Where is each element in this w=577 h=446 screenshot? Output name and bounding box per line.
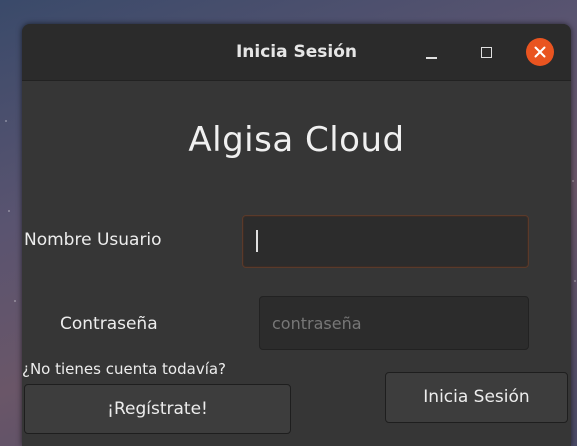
close-icon xyxy=(534,46,546,58)
minimize-icon xyxy=(426,57,437,59)
app-title: Algisa Cloud xyxy=(188,120,405,160)
login-button[interactable]: Inicia Sesión xyxy=(385,372,568,423)
password-label: Contraseña xyxy=(60,314,158,334)
close-button[interactable] xyxy=(526,38,554,66)
maximize-icon xyxy=(481,47,492,58)
maximize-button[interactable] xyxy=(472,38,500,66)
login-window: Inicia Sesión Algisa Cloud Nombre Usuari… xyxy=(22,24,571,446)
register-button[interactable]: ¡Regístrate! xyxy=(24,384,291,434)
password-input[interactable] xyxy=(259,296,529,350)
minimize-button[interactable] xyxy=(418,38,446,66)
no-account-hint: ¿No tienes cuenta todavía? xyxy=(22,360,227,378)
username-input[interactable] xyxy=(242,215,529,268)
title-bar[interactable]: Inicia Sesión xyxy=(22,24,571,81)
username-label: Nombre Usuario xyxy=(24,230,162,250)
text-caret xyxy=(256,230,258,252)
